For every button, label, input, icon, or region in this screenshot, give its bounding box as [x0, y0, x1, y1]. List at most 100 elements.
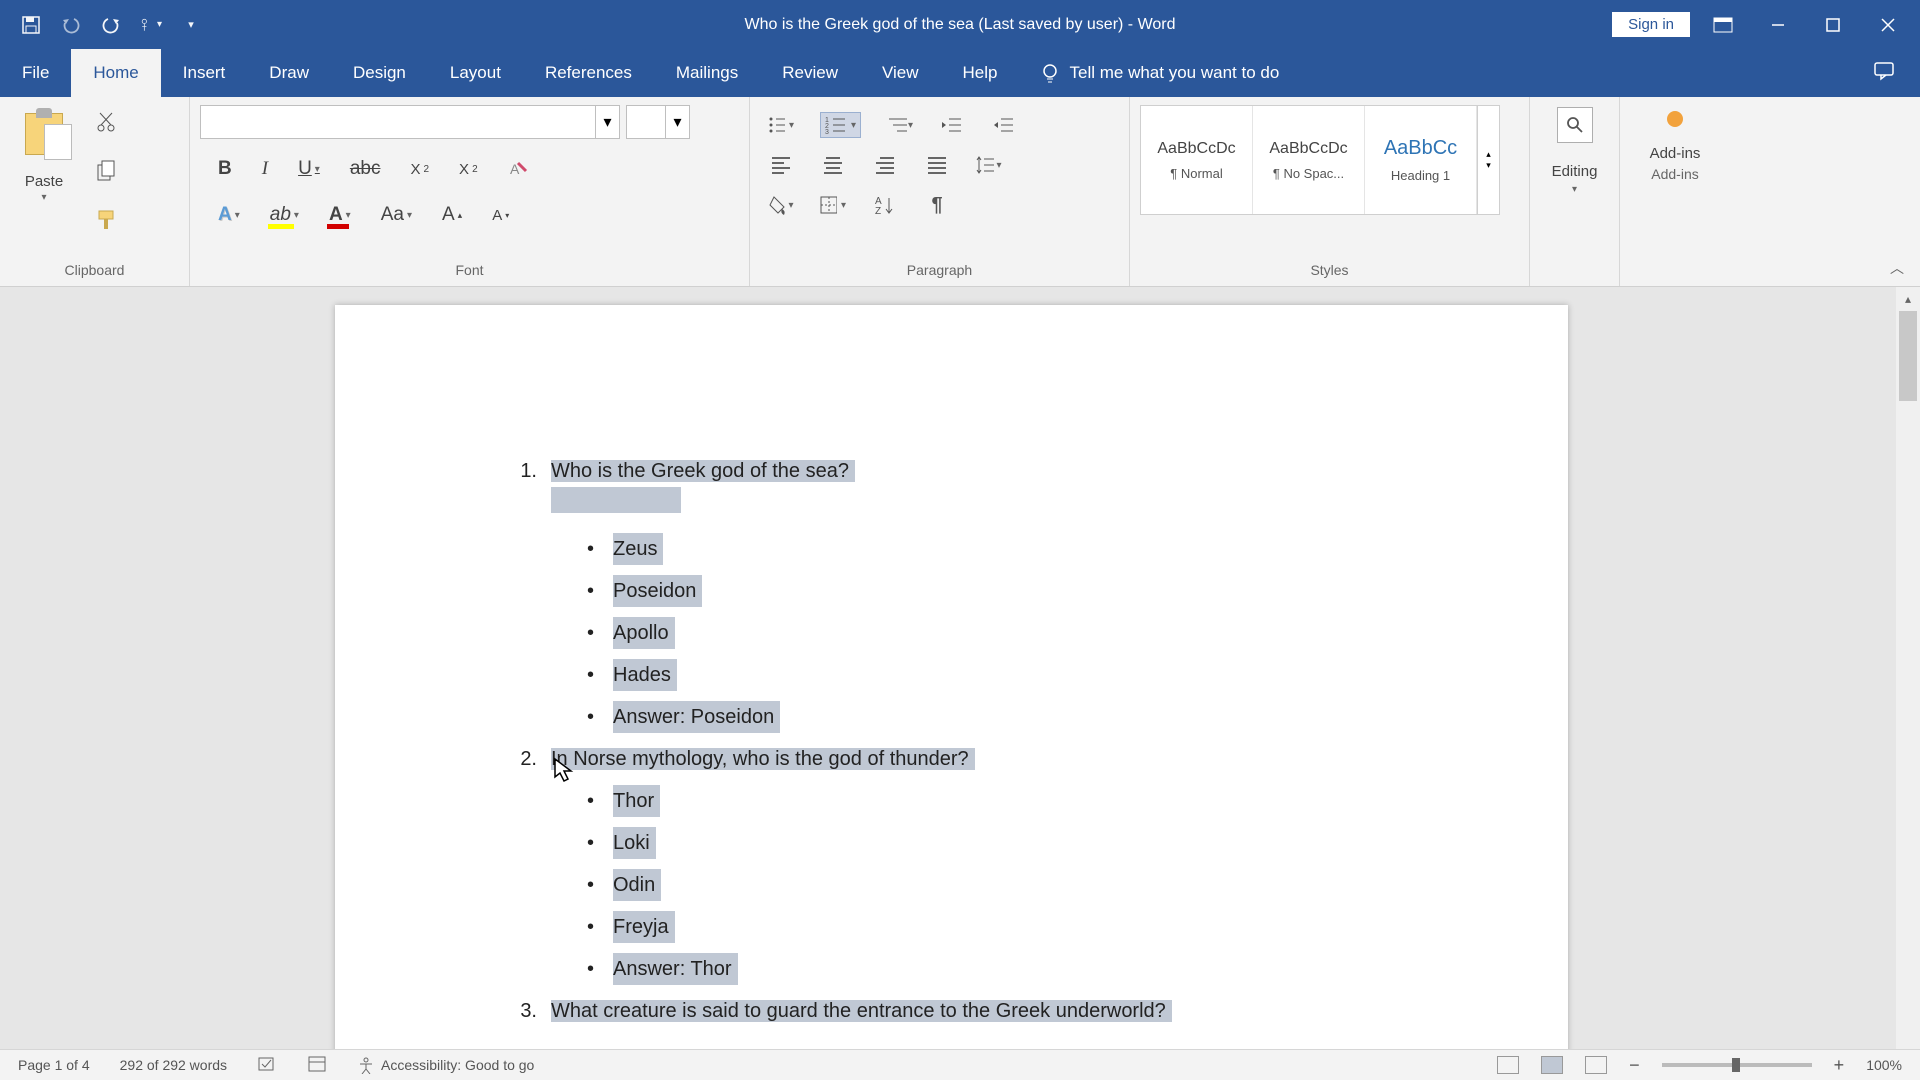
comments-icon[interactable] — [1873, 61, 1895, 86]
status-words[interactable]: 292 of 292 words — [120, 1057, 227, 1073]
paste-dropdown-icon[interactable]: ▾ — [41, 192, 46, 203]
font-name-combo[interactable]: ▾ — [200, 105, 620, 139]
shading-button[interactable]: ▾ — [768, 192, 794, 218]
text-effects-button[interactable]: A▾ — [218, 204, 240, 226]
tab-references[interactable]: References — [523, 49, 654, 97]
italic-button[interactable]: I — [262, 158, 268, 180]
superscript-button[interactable]: X2 — [459, 161, 478, 178]
style-normal[interactable]: AaBbCcDc ¶ Normal — [1141, 106, 1253, 214]
tab-home[interactable]: Home — [71, 49, 160, 97]
sign-in-button[interactable]: Sign in — [1612, 12, 1690, 37]
question-2[interactable]: In Norse mythology, who is the god of th… — [551, 748, 975, 770]
list-item[interactable]: Freyja — [613, 911, 675, 943]
tab-design[interactable]: Design — [331, 49, 428, 97]
status-accessibility[interactable]: Accessibility: Good to go — [357, 1056, 534, 1074]
status-spellcheck-icon[interactable] — [257, 1055, 277, 1076]
zoom-level[interactable]: 100% — [1866, 1057, 1902, 1073]
list-item[interactable]: Hades — [613, 659, 677, 691]
find-button[interactable] — [1557, 107, 1593, 143]
strikethrough-button[interactable]: abc — [350, 158, 381, 180]
line-spacing-button[interactable]: ▾ — [976, 152, 1002, 178]
close-icon[interactable] — [1865, 5, 1910, 45]
tab-layout[interactable]: Layout — [428, 49, 523, 97]
redo-icon[interactable] — [100, 14, 122, 36]
list-item[interactable]: Answer: Thor — [613, 953, 738, 985]
styles-more-button[interactable]: ▴▾ — [1477, 106, 1499, 214]
style-heading1[interactable]: AaBbCc Heading 1 — [1365, 106, 1477, 214]
sort-button[interactable]: AZ — [872, 192, 898, 218]
status-page[interactable]: Page 1 of 4 — [18, 1057, 90, 1073]
ribbon-display-icon[interactable] — [1700, 5, 1745, 45]
tab-help[interactable]: Help — [941, 49, 1020, 97]
undo-icon[interactable] — [60, 14, 82, 36]
addins-button[interactable]: Add-ins — [1650, 145, 1701, 162]
list-item[interactable]: Poseidon — [613, 575, 702, 607]
format-painter-icon[interactable] — [96, 209, 116, 236]
tab-review[interactable]: Review — [760, 49, 860, 97]
maximize-icon[interactable] — [1810, 5, 1855, 45]
document-page[interactable]: 1. Who is the Greek god of the sea? •Zeu… — [335, 305, 1568, 1067]
font-size-dropdown-icon[interactable]: ▾ — [665, 106, 689, 138]
styles-gallery[interactable]: AaBbCcDc ¶ Normal AaBbCcDc ¶ No Spac... … — [1140, 105, 1500, 215]
qat-customize-icon[interactable]: ▾ — [180, 14, 202, 36]
vertical-scrollbar[interactable]: ▴ ▾ — [1896, 287, 1920, 1067]
tab-insert[interactable]: Insert — [161, 49, 248, 97]
list-item[interactable]: Answer: Poseidon — [613, 701, 780, 733]
document-content[interactable]: 1. Who is the Greek god of the sea? •Zeu… — [515, 455, 1388, 1027]
font-size-combo[interactable]: ▾ — [626, 105, 690, 139]
tab-draw[interactable]: Draw — [247, 49, 331, 97]
font-name-dropdown-icon[interactable]: ▾ — [595, 106, 619, 138]
bullets-button[interactable]: ▾ — [768, 112, 794, 138]
status-language-icon[interactable] — [307, 1055, 327, 1076]
zoom-out-button[interactable]: − — [1629, 1055, 1640, 1076]
borders-button[interactable]: ▾ — [820, 192, 846, 218]
tab-file[interactable]: File — [0, 49, 71, 97]
subscript-button[interactable]: X2 — [410, 161, 429, 178]
print-layout-button[interactable] — [1541, 1056, 1563, 1074]
paste-button[interactable]: Paste ▾ — [10, 105, 78, 258]
question-3[interactable]: What creature is said to guard the entra… — [551, 1000, 1172, 1022]
minimize-icon[interactable] — [1755, 5, 1800, 45]
font-color-button[interactable]: A▾ — [329, 204, 351, 226]
list-item[interactable]: Zeus — [613, 533, 663, 565]
grow-font-button[interactable]: A▴ — [442, 204, 462, 226]
multilevel-list-button[interactable]: ▾ — [887, 112, 913, 138]
clear-formatting-button[interactable]: A — [508, 159, 528, 179]
copy-icon[interactable] — [96, 160, 116, 187]
scroll-thumb[interactable] — [1899, 311, 1917, 401]
read-mode-button[interactable] — [1497, 1056, 1519, 1074]
tab-mailings[interactable]: Mailings — [654, 49, 760, 97]
tab-view[interactable]: View — [860, 49, 941, 97]
addins-icon[interactable] — [1667, 111, 1683, 127]
align-center-button[interactable] — [820, 152, 846, 178]
save-icon[interactable] — [20, 14, 42, 36]
style-no-spacing[interactable]: AaBbCcDc ¶ No Spac... — [1253, 106, 1365, 214]
question-1[interactable]: Who is the Greek god of the sea? — [551, 460, 855, 482]
numbering-button[interactable]: 123▾ — [820, 112, 861, 138]
align-right-button[interactable] — [872, 152, 898, 178]
align-left-button[interactable] — [768, 152, 794, 178]
touch-mode-icon[interactable]: ▾ — [140, 14, 162, 36]
editing-label[interactable]: Editing — [1552, 163, 1598, 180]
increase-indent-button[interactable] — [991, 112, 1017, 138]
list-item[interactable]: Thor — [613, 785, 660, 817]
list-item[interactable]: Odin — [613, 869, 661, 901]
web-layout-button[interactable] — [1585, 1056, 1607, 1074]
list-item[interactable]: Loki — [613, 827, 656, 859]
zoom-slider[interactable] — [1662, 1063, 1812, 1067]
list-item[interactable]: Apollo — [613, 617, 675, 649]
justify-button[interactable] — [924, 152, 950, 178]
cut-icon[interactable] — [96, 111, 116, 138]
zoom-in-button[interactable]: + — [1834, 1055, 1845, 1076]
decrease-indent-button[interactable] — [939, 112, 965, 138]
change-case-button[interactable]: Aa▾ — [381, 204, 412, 226]
scroll-up-icon[interactable]: ▴ — [1896, 287, 1920, 311]
underline-button[interactable]: U▾ — [298, 158, 320, 180]
show-marks-button[interactable]: ¶ — [924, 192, 950, 218]
zoom-slider-thumb[interactable] — [1732, 1058, 1740, 1072]
shrink-font-button[interactable]: A▾ — [492, 207, 509, 224]
tell-me-search[interactable]: Tell me what you want to do — [1040, 49, 1280, 97]
bold-button[interactable]: B — [218, 158, 232, 180]
collapse-ribbon-icon[interactable]: ︿ — [1890, 258, 1904, 278]
highlight-button[interactable]: ab▾ — [270, 204, 299, 226]
